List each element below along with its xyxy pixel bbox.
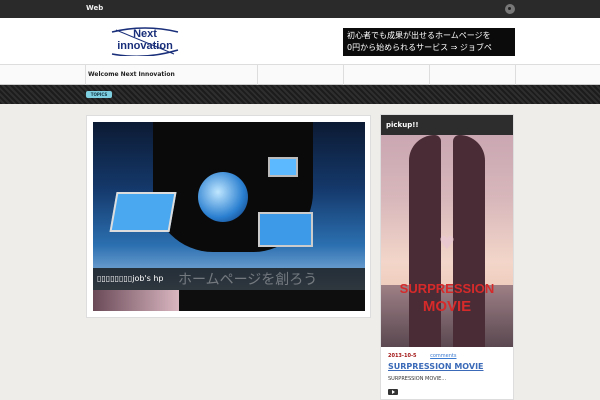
post-meta: 2013-10-5 comments [388, 353, 456, 359]
pickup-poster-image[interactable]: ♥ SURPRESSION MOVIE [381, 135, 513, 347]
logo-text-line1: Next [133, 28, 157, 40]
nav-item-4[interactable] [429, 65, 515, 85]
pickup-header: pickup!! [381, 115, 513, 135]
top-bar: Web [0, 0, 600, 18]
topics-strip: TOPICS [0, 85, 600, 104]
post-date: 2013-10-5 [388, 353, 417, 359]
pickup-title: pickup!! [386, 121, 419, 129]
slide-thumbnail[interactable] [93, 290, 179, 311]
site-label[interactable]: Web [86, 4, 103, 12]
poster-title-line1: SURPRESSION [399, 281, 495, 296]
rss-icon[interactable] [505, 4, 515, 14]
heart-icon: ♥ [438, 233, 456, 254]
slide-caption-overlay: ホームページを創ろう [178, 272, 318, 288]
pickup-widget: pickup!! ♥ SURPRESSION MOVIE 2013-10-5 c… [380, 114, 514, 400]
banner-line1: 初心者でも成果が出せるホームページを [347, 31, 491, 40]
featured-slider: ホームページを創ろう ▯▯▯▯▯▯▯▯job's hp [86, 115, 371, 318]
logo-text-line2: innovation [117, 40, 173, 52]
topics-badge: TOPICS [86, 91, 112, 98]
arrow-right-icon[interactable] [388, 389, 398, 395]
comments-link[interactable]: comments [430, 353, 456, 359]
nav-item-2[interactable] [257, 65, 343, 85]
slide-caption[interactable]: ▯▯▯▯▯▯▯▯job's hp [97, 274, 163, 283]
post-excerpt: SURPRESSION MOVIE… [388, 376, 447, 382]
slide-caption-bar: ホームページを創ろう ▯▯▯▯▯▯▯▯job's hp [93, 268, 365, 290]
tablet-icon [258, 212, 313, 247]
banner-line2: 0円から始められるサービス ⇒ ジョブペ [347, 43, 492, 52]
globe-icon [198, 172, 248, 222]
site-header: Next innovation 初心者でも成果が出せるホームページを 0円から始… [0, 18, 600, 64]
main-nav: Welcome Next Innovation [0, 64, 600, 85]
laptop-icon [109, 192, 177, 232]
site-logo[interactable]: Next innovation [110, 26, 180, 56]
phone-icon [268, 157, 298, 177]
header-banner-ad[interactable]: 初心者でも成果が出せるホームページを 0円から始められるサービス ⇒ ジョブペ [343, 28, 515, 56]
post-title-link[interactable]: SURPRESSION MOVIE [388, 362, 484, 371]
nav-item-5[interactable] [515, 65, 600, 85]
poster-figure-right [453, 135, 485, 347]
poster-title-line2: MOVIE [422, 298, 472, 315]
nav-item-3[interactable] [343, 65, 429, 85]
nav-welcome-label[interactable]: Welcome Next Innovation [88, 71, 175, 78]
slide-image[interactable]: ホームページを創ろう ▯▯▯▯▯▯▯▯job's hp [93, 122, 365, 311]
